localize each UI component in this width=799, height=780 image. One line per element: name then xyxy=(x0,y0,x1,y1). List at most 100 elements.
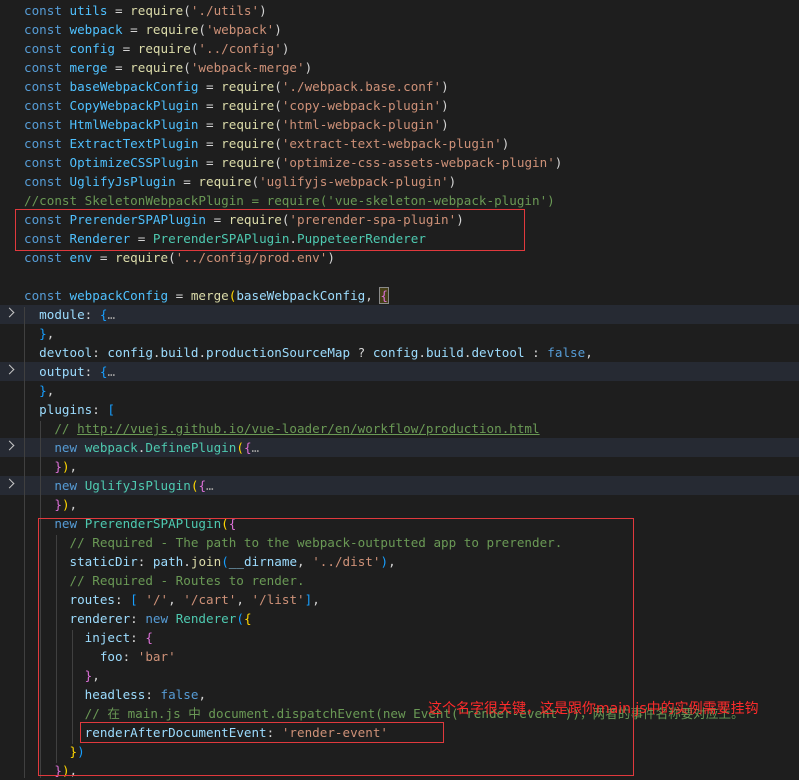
code-token: ) xyxy=(501,136,510,151)
code-text: devtool: config.build.productionSourceMa… xyxy=(24,343,593,362)
code-token: new xyxy=(54,440,85,455)
code-token: const xyxy=(24,174,70,189)
code-text: new webpack.DefinePlugin({… xyxy=(24,438,259,457)
code-token: require xyxy=(221,136,275,151)
code-token: … xyxy=(107,307,116,322)
chevron-right-icon[interactable] xyxy=(4,364,15,375)
code-line[interactable]: }, xyxy=(0,381,799,400)
code-line[interactable]: const utils = require('./utils') xyxy=(0,1,799,20)
code-line[interactable]: const CopyWebpackPlugin = require('copy-… xyxy=(0,96,799,115)
code-line[interactable]: module: {… xyxy=(0,305,799,324)
code-token: require xyxy=(221,155,275,170)
code-token: ) xyxy=(441,98,449,113)
code-token: const xyxy=(24,117,70,132)
code-text: const merge = require('webpack-merge') xyxy=(24,58,312,77)
code-line[interactable]: output: {… xyxy=(0,362,799,381)
code-line[interactable]: const webpackConfig = merge(baseWebpackC… xyxy=(0,286,799,305)
code-token: HtmlWebpackPlugin xyxy=(69,117,199,132)
code-token: const xyxy=(24,288,70,303)
code-token: const xyxy=(24,79,70,94)
code-token: ExtractTextPlugin xyxy=(69,136,199,151)
code-token: const xyxy=(24,155,70,170)
code-token: // xyxy=(54,421,78,436)
code-token: env xyxy=(69,250,93,265)
code-line[interactable]: const webpack = require('webpack') xyxy=(0,20,799,39)
code-line[interactable] xyxy=(0,267,799,286)
code-line[interactable]: devtool: config.build.productionSourceMa… xyxy=(0,343,799,362)
indent-guide xyxy=(24,307,25,778)
code-line[interactable]: }), xyxy=(0,495,799,514)
code-line[interactable]: const merge = require('webpack-merge') xyxy=(0,58,799,77)
code-text: const UglifyJsPlugin = require('uglifyjs… xyxy=(24,172,456,191)
code-token: [ xyxy=(107,402,116,417)
code-token: plugins xyxy=(39,402,93,417)
code-token: ( xyxy=(198,22,206,37)
code-line[interactable]: plugins: [ xyxy=(0,400,799,419)
code-token: ) xyxy=(259,3,267,18)
code-token: const xyxy=(24,250,70,265)
chevron-right-icon[interactable] xyxy=(4,440,15,451)
code-line[interactable]: const ExtractTextPlugin = require('extra… xyxy=(0,134,799,153)
code-token: } xyxy=(39,326,47,341)
code-token: './utils' xyxy=(190,3,260,18)
code-text: }, xyxy=(24,324,54,343)
code-token: ( xyxy=(274,98,282,113)
code-text: // http://vuejs.github.io/vue-loader/en/… xyxy=(24,419,539,438)
code-token: 'optimize-css-assets-webpack-plugin' xyxy=(281,155,555,170)
code-token: = xyxy=(198,117,222,132)
code-line[interactable]: const config = require('../config') xyxy=(0,39,799,58)
code-text: const utils = require('./utils') xyxy=(24,1,267,20)
code-line[interactable]: }), xyxy=(0,457,799,476)
code-token: 'webpack-merge' xyxy=(190,60,305,75)
code-text: const HtmlWebpackPlugin = require('html-… xyxy=(24,115,449,134)
code-editor[interactable]: const utils = require('./utils') const we… xyxy=(0,0,799,778)
code-token: . xyxy=(418,345,426,360)
code-line[interactable]: new UglifyJsPlugin({… xyxy=(0,476,799,495)
code-token: baseWebpackConfig xyxy=(69,79,199,94)
code-token: ( xyxy=(274,117,282,132)
code-token: require xyxy=(145,22,199,37)
code-token: ( xyxy=(274,136,282,151)
code-line[interactable]: //const SkeletonWebpackPlugin = require(… xyxy=(0,191,799,210)
code-token: ) xyxy=(441,79,449,94)
code-token: = xyxy=(198,79,222,94)
code-text: const webpackConfig = merge(baseWebpackC… xyxy=(24,286,389,305)
code-text: const OptimizeCSSPlugin = require('optim… xyxy=(24,153,562,172)
chevron-right-icon[interactable] xyxy=(4,307,15,318)
code-token: 'copy-webpack-plugin' xyxy=(281,98,442,113)
code-token: ) xyxy=(61,497,70,512)
code-token: ( xyxy=(274,155,282,170)
code-token: UglifyJsPlugin xyxy=(84,478,191,493)
code-token: merge xyxy=(69,60,108,75)
code-token: webpackConfig xyxy=(69,288,169,303)
code-text: output: {… xyxy=(24,362,115,381)
code-text: const ExtractTextPlugin = require('extra… xyxy=(24,134,509,153)
imports-highlight-box xyxy=(15,209,525,251)
code-token: webpack xyxy=(84,440,138,455)
code-line[interactable]: const baseWebpackConfig = require('./web… xyxy=(0,77,799,96)
code-line[interactable]: new webpack.DefinePlugin({… xyxy=(0,438,799,457)
code-token: '../config/prod.env' xyxy=(175,250,328,265)
code-line[interactable]: const UglifyJsPlugin = require('uglifyjs… xyxy=(0,172,799,191)
code-line[interactable]: }, xyxy=(0,324,799,343)
code-token: ) xyxy=(327,250,335,265)
chevron-right-icon[interactable] xyxy=(4,478,15,489)
code-text: const CopyWebpackPlugin = require('copy-… xyxy=(24,96,449,115)
code-token: = xyxy=(198,136,222,151)
code-token: UglifyJsPlugin xyxy=(69,174,176,189)
code-text: plugins: [ xyxy=(24,400,115,419)
code-token: … xyxy=(251,440,260,455)
code-token: '../config' xyxy=(198,41,282,56)
code-token: . xyxy=(198,345,207,360)
code-line[interactable]: const HtmlWebpackPlugin = require('html-… xyxy=(0,115,799,134)
code-token: : xyxy=(524,345,548,360)
code-token: ( xyxy=(183,3,191,18)
code-token: utils xyxy=(69,3,108,18)
code-token: ( xyxy=(183,60,191,75)
code-line[interactable]: // http://vuejs.github.io/vue-loader/en/… xyxy=(0,419,799,438)
code-line[interactable]: const OptimizeCSSPlugin = require('optim… xyxy=(0,153,799,172)
code-token: require xyxy=(198,174,252,189)
code-token: config xyxy=(107,345,153,360)
